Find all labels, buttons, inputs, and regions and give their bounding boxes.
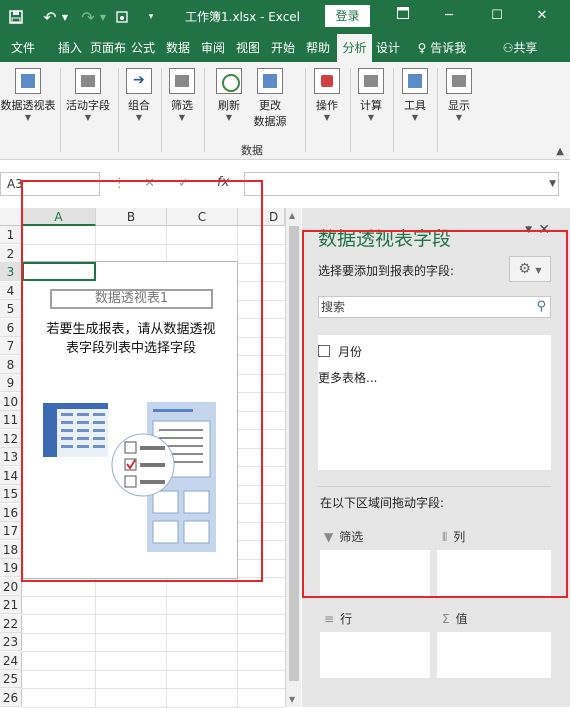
row-header[interactable]: 7	[0, 337, 22, 355]
active-field-icon	[75, 68, 101, 94]
tab-insert[interactable]: 插入	[55, 34, 85, 62]
row-header[interactable]: 21	[0, 596, 22, 614]
share-button[interactable]: ⚇共享	[496, 34, 544, 62]
row-header[interactable]: 18	[0, 540, 22, 559]
show-icon	[446, 68, 472, 94]
tab-view[interactable]: 视图	[233, 34, 263, 62]
row-header[interactable]: 8	[0, 355, 22, 374]
save-icon[interactable]	[6, 0, 26, 34]
values-area-label: Σ值	[442, 612, 468, 626]
ribbon-tabs: 文件 插入 页面布 公式 数据 审阅 视图 开始 帮助 分析 设计 ♀ 告诉我 …	[0, 34, 570, 62]
maximize-button[interactable]: ☐	[485, 4, 509, 28]
select-all-corner[interactable]	[0, 208, 22, 226]
rows-area[interactable]	[320, 632, 430, 678]
annotation-box-pivot	[21, 180, 263, 582]
row-header[interactable]: 23	[0, 633, 22, 651]
tab-tell-me[interactable]: ♀ 告诉我	[413, 34, 471, 62]
calculations-button[interactable]: 计算 ▼	[354, 68, 388, 122]
touch-mode-icon[interactable]	[112, 0, 132, 34]
collapse-ribbon-icon[interactable]: ▲	[556, 146, 564, 157]
redo-dropdown-icon[interactable]: ▼	[98, 0, 108, 34]
row-header[interactable]: 15	[0, 485, 22, 503]
row-header[interactable]: 16	[0, 503, 22, 522]
values-area[interactable]	[437, 632, 551, 678]
tab-formulas[interactable]: 公式	[128, 34, 158, 62]
tab-file[interactable]: 文件	[8, 34, 38, 62]
tools-icon	[402, 68, 428, 94]
filter-button[interactable]: 筛选 ▼	[165, 68, 199, 122]
minimize-button[interactable]: ─	[437, 4, 461, 28]
row-header[interactable]: 2	[0, 244, 22, 263]
refresh-button[interactable]: 刷新 ▼	[210, 68, 248, 122]
undo-dropdown-icon[interactable]: ▼	[60, 0, 70, 34]
close-button[interactable]: ✕	[530, 4, 554, 28]
calculator-icon	[358, 68, 384, 94]
row-header[interactable]: 5	[0, 300, 22, 318]
row-header[interactable]: 3	[0, 263, 22, 281]
row-header[interactable]: 19	[0, 559, 22, 577]
tab-review[interactable]: 审阅	[198, 34, 228, 62]
tab-home[interactable]: 开始	[268, 34, 298, 62]
redo-icon[interactable]: ↷	[78, 0, 98, 34]
row-header[interactable]: 14	[0, 466, 22, 485]
row-header[interactable]: 26	[0, 688, 22, 707]
row-header[interactable]: 13	[0, 448, 22, 466]
scroll-down-icon[interactable]: ▼	[289, 695, 295, 704]
row-header[interactable]: 1	[0, 226, 22, 244]
scrollbar-thumb[interactable]	[289, 226, 299, 681]
filter-icon	[169, 68, 195, 94]
tools-button[interactable]: 工具 ▼	[398, 68, 432, 122]
actions-icon	[314, 68, 340, 94]
expand-formula-icon[interactable]: ▼	[549, 179, 556, 189]
vertical-scrollbar[interactable]: ▲ ▼	[285, 208, 301, 707]
annotation-box-field-pane	[302, 230, 568, 598]
arrow-right-icon: ➔	[126, 68, 152, 94]
scroll-up-icon[interactable]: ▲	[289, 211, 295, 220]
formula-input[interactable]	[244, 172, 559, 196]
group-button[interactable]: ➔ 组合 ▼	[122, 68, 156, 122]
ribbon-display-icon[interactable]	[391, 4, 415, 28]
refresh-icon	[216, 68, 242, 94]
row-header[interactable]: 9	[0, 374, 22, 392]
row-header[interactable]: 20	[0, 577, 22, 596]
show-button[interactable]: 显示 ▼	[442, 68, 476, 122]
active-field-button[interactable]: 活动字段 ▼	[62, 68, 114, 122]
group-label-data: 数据	[241, 144, 263, 157]
row-header[interactable]: 12	[0, 429, 22, 448]
ribbon: 数据透视表 ▼ 活动字段 ▼ ➔ 组合 ▼ 筛选 ▼ 刷新 ▼ 更改 数据源 数…	[0, 62, 570, 160]
customize-toolbar-icon[interactable]: ▾	[145, 0, 157, 34]
row-header[interactable]: 10	[0, 392, 22, 411]
tab-page-layout[interactable]: 页面布	[90, 34, 126, 62]
rows-icon: ≡	[324, 612, 335, 626]
window-title: 工作簿1.xlsx - Excel	[185, 10, 301, 24]
row-header[interactable]: 22	[0, 614, 22, 633]
tab-analyze[interactable]: 分析	[337, 34, 372, 62]
row-header[interactable]: 17	[0, 522, 22, 540]
sigma-icon: Σ	[442, 612, 450, 626]
actions-button[interactable]: 操作 ▼	[310, 68, 344, 122]
login-button[interactable]: 登录	[325, 5, 370, 27]
tab-design[interactable]: 设计	[373, 34, 403, 62]
person-icon: ⚇	[502, 41, 514, 55]
tab-help[interactable]: 帮助	[303, 34, 333, 62]
tab-data[interactable]: 数据	[163, 34, 193, 62]
row-header[interactable]: 11	[0, 411, 22, 429]
undo-icon[interactable]: ↶	[40, 0, 60, 34]
row-header[interactable]: 24	[0, 651, 22, 670]
row-header[interactable]: 6	[0, 318, 22, 337]
pivot-table-icon	[15, 68, 41, 94]
lightbulb-icon: ♀	[417, 41, 427, 55]
change-data-source-button[interactable]: 更改 数据源	[250, 68, 290, 129]
row-header[interactable]: 25	[0, 670, 22, 688]
change-source-icon	[257, 68, 283, 94]
row-header[interactable]: 4	[0, 281, 22, 300]
pivot-table-button[interactable]: 数据透视表 ▼	[0, 68, 58, 122]
rows-area-label: ≡ 行	[324, 612, 353, 626]
title-bar: ↶ ▼ ↷ ▼ ▾ 工作簿1.xlsx - Excel 登录 ─ ☐ ✕	[0, 0, 570, 34]
